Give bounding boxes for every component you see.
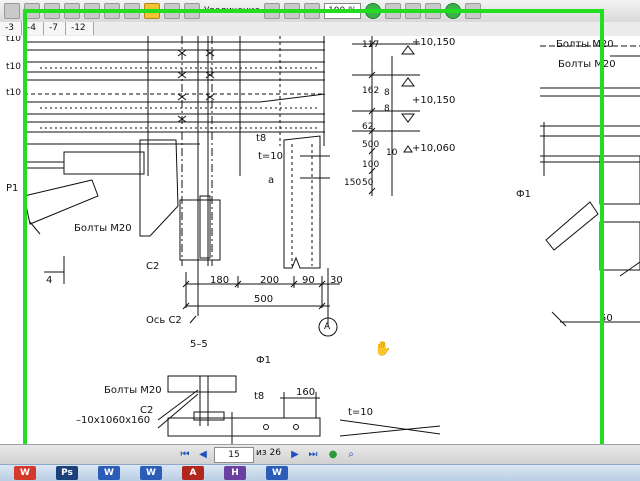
sign-icon[interactable] bbox=[424, 3, 441, 19]
label-axis-circle: А bbox=[324, 322, 331, 332]
label-phi1: Ф1 bbox=[516, 189, 531, 200]
page-number-input[interactable]: 15 bbox=[214, 447, 254, 463]
label-dimension: 8 bbox=[384, 104, 390, 114]
label-p1: P1 bbox=[6, 183, 19, 194]
label-dimension: 117 bbox=[362, 40, 380, 50]
label-t10: t=10 bbox=[258, 151, 284, 162]
label-section-title: 5–5 bbox=[190, 339, 208, 350]
select-tool-icon[interactable] bbox=[144, 3, 160, 19]
label-elevation: +10,060 bbox=[412, 143, 456, 154]
comment-icon[interactable] bbox=[464, 3, 481, 19]
label-t8: t8 bbox=[254, 391, 265, 402]
label-t10: t10 bbox=[6, 36, 21, 44]
label-bolts: Болты М20 bbox=[74, 223, 132, 234]
taskbar-app[interactable]: Ps bbox=[56, 466, 78, 480]
right-partial-view bbox=[540, 45, 640, 327]
windows-taskbar: W Ps W W A H W bbox=[0, 464, 640, 481]
app-toolbar: Увеличение 100 % bbox=[0, 0, 640, 23]
label-t10: t10 bbox=[6, 62, 21, 72]
find-icon[interactable] bbox=[404, 3, 421, 19]
taskbar-app[interactable]: W bbox=[14, 466, 36, 480]
tab-item[interactable]: -12 bbox=[65, 22, 94, 35]
previous-page-icon[interactable]: ◀ bbox=[196, 448, 210, 462]
fit-width-icon[interactable] bbox=[304, 3, 321, 19]
bolt-marks bbox=[177, 49, 215, 123]
fit-page-icon[interactable] bbox=[284, 3, 301, 19]
column-lines bbox=[139, 36, 330, 269]
label-bolts: Болты М20 bbox=[104, 385, 162, 396]
label-plate: –10х1060х160 bbox=[76, 415, 151, 426]
search-icon[interactable]: ⌕ bbox=[344, 448, 358, 462]
label-t8: t8 bbox=[256, 133, 267, 144]
label-dimension: 200 bbox=[260, 275, 280, 286]
label-t10: t10 bbox=[6, 88, 21, 98]
next-page-icon[interactable]: ▶ bbox=[288, 448, 302, 462]
sheet-tabs: -3 -4 -7 -12 bbox=[0, 22, 640, 37]
zoom-combo[interactable]: 100 % bbox=[324, 3, 361, 19]
label-elevation: +10,150 bbox=[412, 95, 456, 106]
label-c2: С2 bbox=[146, 261, 160, 272]
drawing-viewport[interactable]: t10 t10 t10 P1 Болты М20 С2 4 Ось С2 5–5… bbox=[0, 36, 640, 444]
rotate-icon[interactable] bbox=[384, 3, 401, 19]
page-navigation-bar: ⏮ ◀ 15 из 26 ▶ ⏭ ● ⌕ bbox=[0, 444, 640, 465]
hand-tool-icon[interactable] bbox=[124, 3, 140, 19]
print-icon[interactable] bbox=[44, 3, 60, 19]
label-phi1: Ф1 bbox=[256, 355, 271, 366]
label-a: a bbox=[268, 175, 275, 186]
zoom-in-icon[interactable] bbox=[364, 3, 381, 19]
check-icon[interactable] bbox=[444, 3, 461, 19]
page-count-label: из 26 bbox=[256, 448, 281, 458]
zoom-tool-icon[interactable] bbox=[184, 3, 200, 19]
label-dimension: 50 bbox=[362, 178, 374, 188]
label-dimension: 162 bbox=[362, 86, 380, 96]
refresh-icon[interactable]: ● bbox=[326, 448, 340, 462]
vertical-dimensions bbox=[352, 36, 420, 196]
label-dimension: 62 bbox=[362, 122, 374, 132]
tab-item[interactable]: -4 bbox=[21, 22, 44, 35]
actual-size-icon[interactable] bbox=[264, 3, 281, 19]
label-dimension: 8 bbox=[384, 88, 390, 98]
label-dimension: 500 bbox=[362, 140, 380, 150]
taskbar-app[interactable]: W bbox=[98, 466, 120, 480]
label-bolts: Болты М20 bbox=[558, 59, 616, 70]
tab-item[interactable]: -7 bbox=[43, 22, 66, 35]
open-icon[interactable] bbox=[4, 3, 20, 19]
label-dimension: 30 bbox=[330, 275, 343, 286]
hand-cursor-icon: ✋ bbox=[374, 341, 392, 357]
last-page-icon[interactable]: ⏭ bbox=[306, 448, 320, 462]
label-bolts: Болты М20 bbox=[556, 39, 614, 50]
label-dimension: 10 bbox=[386, 148, 398, 158]
drawing-canvas bbox=[23, 36, 640, 444]
label-dimension: 160 bbox=[296, 387, 316, 398]
first-page-icon[interactable]: ⏮ bbox=[178, 448, 192, 462]
label-section-number: 4 bbox=[46, 275, 53, 286]
back-icon[interactable] bbox=[84, 3, 100, 19]
zoom-tool-label[interactable]: Увеличение bbox=[204, 6, 260, 16]
taskbar-app[interactable]: W bbox=[266, 466, 288, 480]
taskbar-app[interactable]: A bbox=[182, 466, 204, 480]
label-elevation: +10,150 bbox=[412, 37, 456, 48]
forward-icon[interactable] bbox=[104, 3, 120, 19]
taskbar-app[interactable]: W bbox=[140, 466, 162, 480]
label-dimension: 180 bbox=[210, 275, 230, 286]
label-axis: Ось С2 bbox=[146, 315, 182, 326]
label-dimension: 90 bbox=[302, 275, 315, 286]
label-dimension: 100 bbox=[362, 160, 380, 170]
label-dimension: 150 bbox=[344, 178, 362, 188]
taskbar-app[interactable]: H bbox=[224, 466, 246, 480]
label-dimension: 500 bbox=[254, 294, 274, 305]
left-brace bbox=[23, 151, 145, 235]
label-t10: t=10 bbox=[348, 407, 374, 418]
tab-item[interactable]: -3 bbox=[0, 22, 22, 35]
save-icon[interactable] bbox=[24, 3, 40, 19]
email-icon[interactable] bbox=[64, 3, 80, 19]
snapshot-icon[interactable] bbox=[164, 3, 180, 19]
label-dimension: 50 bbox=[600, 313, 613, 324]
